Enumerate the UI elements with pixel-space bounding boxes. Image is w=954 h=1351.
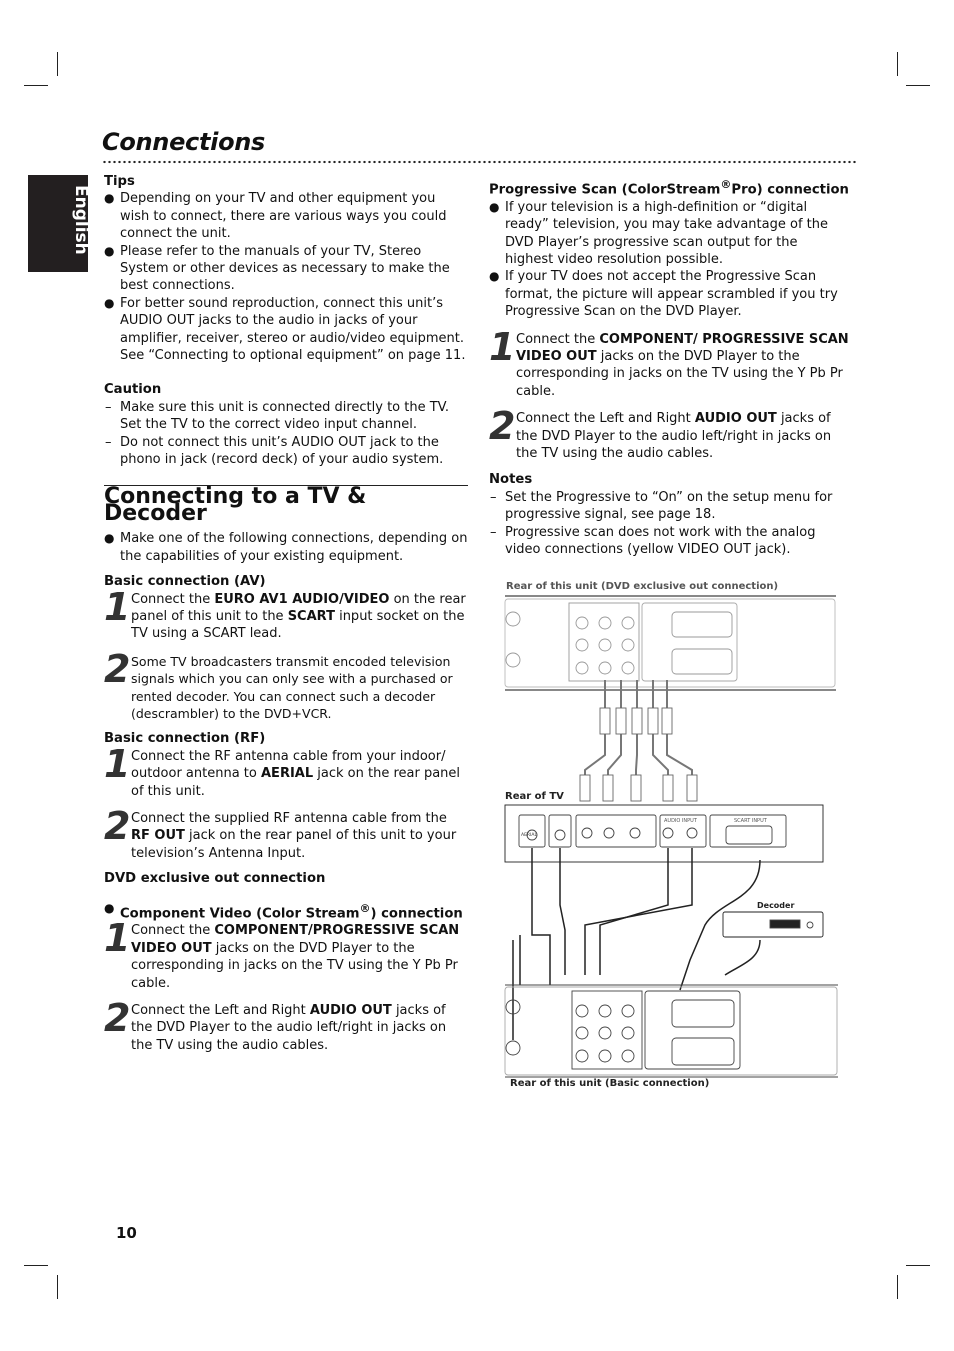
basic-av-heading: Basic connection (AV) [104,574,266,590]
step-text: Connect the [516,331,600,347]
caution-item: Make sure this unit is connected directl… [104,399,468,434]
basic-av-step-1: 1 Connect the EURO AV1 AUDIO/VIDEO on th… [104,584,468,643]
scart-euro-av2-bottom [671,999,735,1028]
step-number: 1 [489,324,516,369]
decoder-box [722,911,824,938]
tip-item: Depending on your TV and other equipment… [104,190,468,242]
caution-heading: Caution [104,382,162,398]
diagram-caption-tv: Rear of TV [505,791,564,802]
component-heading-text: ) connection [370,906,463,922]
dotted-divider [102,160,857,164]
intro-item: Make one of the following connections, d… [104,530,468,565]
scart-block [641,602,738,682]
step-number: 2 [489,404,516,449]
step-text: Connect the Left and Right [131,1003,310,1019]
step-text: Connect the [131,591,215,607]
diagram-caption-top: Rear of this unit (DVD exclusive out con… [506,581,779,592]
step-number: 1 [104,741,131,786]
basic-rf-step-2: 2 Connect the supplied RF antenna cable … [104,804,468,862]
step-number: 1 [104,916,131,961]
note-item: Progressive scan does not work with the … [489,524,849,559]
scart-euro-av1 [671,648,733,675]
progressive-heading-text: Progressive Scan (ColorStream [489,182,721,198]
unit-panel-bottom [504,986,838,1076]
crop-mark [897,1275,898,1299]
crop-mark [906,85,930,86]
step-number: 2 [104,996,131,1041]
progressive-heading: Progressive Scan (ColorStream®Pro) conne… [489,176,849,199]
component-heading: Component Video (Color Stream®) connecti… [104,900,468,923]
language-tab: English [28,175,91,272]
progressive-item: If your television is a high-definition … [489,199,849,269]
progressive-heading-text: Pro) connection [731,182,849,198]
rf-out-jack [505,652,521,668]
crop-mark [24,1265,48,1266]
tv-label: AERIAL [521,832,537,838]
registered-mark: ® [359,901,371,915]
step-text: Connect the Left and Right [516,411,695,427]
crop-mark [897,52,898,76]
step-text: Connect the supplied RF antenna cable fr… [131,811,447,826]
tv-scart-socket [725,825,773,845]
tv-scart-label: SCART INPUT [734,818,768,824]
basic-rf-step-1: 1 Connect the RF antenna cable from your… [104,741,468,800]
section-title: Connecting to a TV & Decoder [104,484,468,524]
component-step-1: 1 Connect the COMPONENT/PROGRESSIVE SCAN… [104,916,468,992]
step-text: Connect the [131,923,215,939]
tips-heading: Tips [104,174,135,189]
crop-mark [57,52,58,76]
left-column: Tips Depending on your TV and other equi… [104,173,468,1054]
jack-block [568,602,640,682]
basic-rf-heading: Basic connection (RF) [104,731,266,747]
tv-audio-label: AUDIO INPUT [664,818,698,824]
language-tab-label: English [71,185,91,255]
diagram-caption-bottom: Rear of this unit (Basic connection) [510,1078,710,1089]
step-text-bold: EURO AV1 AUDIO/VIDEO [214,591,390,607]
step-number: 2 [104,804,131,848]
scart-euro-av2 [671,611,733,638]
crop-mark [57,1275,58,1299]
page-number: 10 [116,1224,137,1242]
step-number: 2 [104,646,131,691]
step-text-bold: SCART [287,608,335,624]
component-step-2: 2 Connect the Left and Right AUDIO OUT j… [104,996,468,1054]
tv-video-jack [554,829,566,841]
progressive-step-1: 1 Connect the COMPONENT/ PROGRESSIVE SCA… [489,324,849,401]
step-text-bold: RF OUT [131,828,185,844]
unit-panel-top [504,598,836,688]
step-text: Some TV broadcasters transmit encoded te… [131,653,453,721]
aerial-jack-bottom [505,999,521,1015]
crop-mark [906,1265,930,1266]
note-item: Set the Progressive to “On” on the setup… [489,489,849,524]
notes-heading: Notes [489,472,533,488]
step-text-bold: AUDIO OUT [694,411,777,427]
rf-out-jack-bottom [505,1040,521,1056]
step-number: 1 [104,584,131,629]
tip-item: Please refer to the manuals of your TV, … [104,243,468,295]
caution-item: Do not connect this unit’s AUDIO OUT jac… [104,434,468,469]
tv-aerial-jack [526,829,538,841]
right-column: Progressive Scan (ColorStream®Pro) conne… [489,176,849,559]
component-heading-text: Component Video (Color Stream [120,906,360,922]
tv-panel [504,804,824,863]
registered-mark: ® [720,178,732,191]
progressive-item: If your TV does not accept the Progressi… [489,268,849,320]
page-title: Connections [102,128,266,156]
scart-euro-av1-bottom [671,1037,735,1066]
step-text-bold: AERIAL [261,766,314,782]
crop-mark [24,85,48,86]
aerial-jack [505,611,521,627]
basic-av-step-2: 2 Some TV broadcasters transmit encoded … [104,646,468,723]
dvd-exclusive-heading: DVD exclusive out connection [104,871,326,887]
step-text-bold: AUDIO OUT [309,1003,392,1019]
tip-item: For better sound reproduction, connect t… [104,295,468,365]
progressive-step-2: 2 Connect the Left and Right AUDIO OUT j… [489,404,849,462]
diagram-caption-decoder: Decoder [757,901,795,910]
